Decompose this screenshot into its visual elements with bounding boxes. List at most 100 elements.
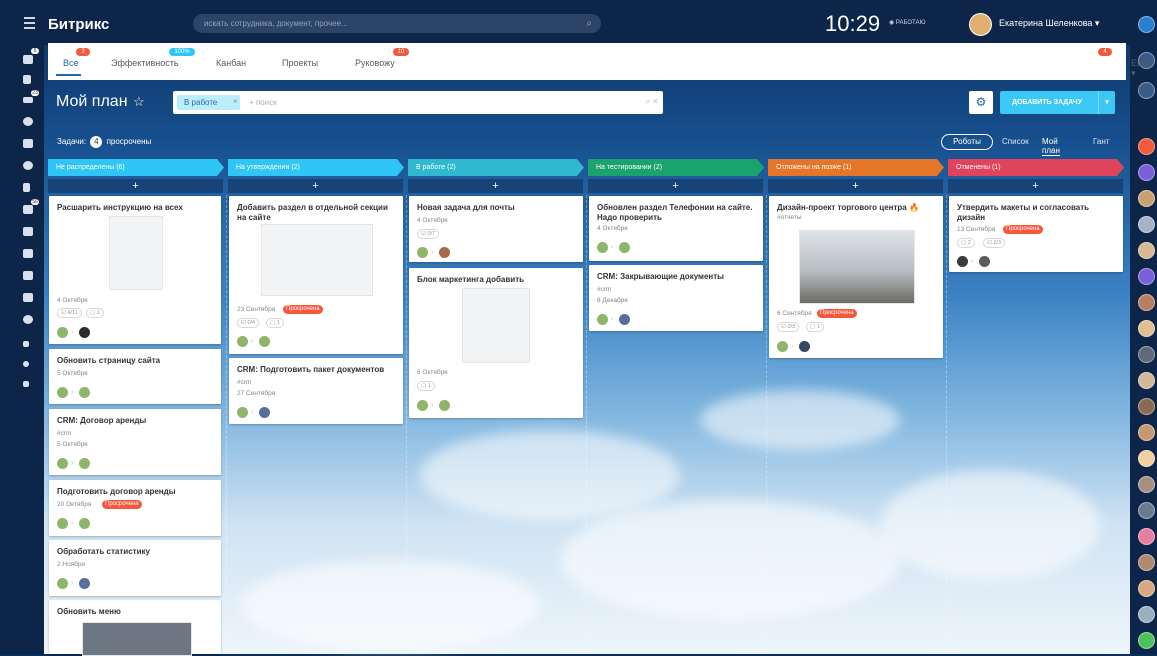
task-image-preview[interactable]: [799, 230, 915, 304]
task-title[interactable]: Обработать статистику: [57, 547, 215, 557]
tab-projects[interactable]: Проекты: [282, 58, 318, 68]
contact-avatar[interactable]: [1138, 138, 1155, 155]
global-search-input[interactable]: искать сотрудника, документ, прочее... ⌕: [193, 14, 601, 33]
sitemap-icon[interactable]: [23, 341, 29, 347]
responsible-avatar[interactable]: [439, 400, 450, 411]
clock-icon[interactable]: [23, 161, 33, 170]
task-tag[interactable]: #crm: [597, 286, 611, 293]
tab-efficiency[interactable]: Эффективность: [111, 58, 179, 68]
responsible-avatar[interactable]: [79, 578, 90, 589]
task-card[interactable]: Обновлен раздел Телефонии на сайте. Надо…: [589, 196, 763, 261]
contact-avatar[interactable]: [1138, 606, 1155, 623]
contact-avatar[interactable]: [1138, 164, 1155, 181]
task-card[interactable]: Обновить меню: [49, 600, 221, 656]
creator-avatar[interactable]: [57, 387, 68, 398]
task-card[interactable]: CRM: Подготовить пакет документов #crm 2…: [229, 358, 403, 424]
search-icon[interactable]: ⌕: [586, 18, 592, 29]
search-small-icon[interactable]: [1138, 110, 1153, 125]
creator-avatar[interactable]: [777, 341, 788, 352]
task-title[interactable]: Расшарить инструкцию на всех: [57, 203, 215, 213]
column-header[interactable]: Не распределены (6): [48, 159, 224, 176]
creator-avatar[interactable]: [957, 256, 968, 267]
creator-avatar[interactable]: [597, 314, 608, 325]
column-header[interactable]: Отменены (1): [948, 159, 1124, 176]
task-title[interactable]: Обновить меню: [57, 607, 215, 617]
chevron-down-icon[interactable]: ▾: [1098, 91, 1115, 114]
creator-avatar[interactable]: [597, 242, 608, 253]
task-title[interactable]: Блок маркетинга добавить: [417, 275, 575, 285]
calendar-icon[interactable]: [23, 227, 33, 236]
tab-all[interactable]: Все: [63, 58, 79, 68]
responsible-avatar[interactable]: [79, 458, 90, 469]
add-task-button[interactable]: ДОБАВИТЬ ЗАДАЧУ ▾: [1000, 91, 1115, 114]
creator-avatar[interactable]: [417, 247, 428, 258]
add-card-button[interactable]: +: [948, 179, 1123, 193]
contact-avatar[interactable]: [1138, 554, 1155, 571]
task-image-preview[interactable]: [462, 288, 530, 363]
task-title[interactable]: Обновить страницу сайта: [57, 356, 215, 366]
contact-avatar[interactable]: [1138, 294, 1155, 311]
task-card[interactable]: Обработать статистику 2 Ноября ›: [49, 540, 221, 596]
filter-chip[interactable]: В работе ×: [177, 95, 240, 110]
view-list[interactable]: Список: [1002, 137, 1029, 146]
menu-burger-icon[interactable]: [24, 17, 35, 29]
help-icon[interactable]: [1138, 16, 1155, 33]
user-name-menu[interactable]: Екатерина Шеленкова ▾: [999, 18, 1099, 29]
task-tag[interactable]: #crm: [237, 379, 251, 386]
more-tabs-button[interactable]: Еще ▾: [1131, 58, 1149, 79]
tasks-icon[interactable]: [23, 75, 31, 84]
task-card[interactable]: Блок маркетинга добавить 6 Октября ▢ 1 ›: [409, 268, 583, 418]
responsible-avatar[interactable]: [259, 407, 270, 418]
responsible-avatar[interactable]: [439, 247, 450, 258]
monitor-icon[interactable]: [23, 271, 33, 280]
creator-avatar[interactable]: [237, 336, 248, 347]
contact-avatar[interactable]: [1138, 346, 1155, 363]
contact-avatar[interactable]: [1138, 528, 1155, 545]
task-image-preview[interactable]: [109, 216, 163, 290]
responsible-avatar[interactable]: [79, 518, 90, 529]
apps-icon[interactable]: [23, 293, 33, 302]
drive-icon[interactable]: [23, 139, 33, 148]
mail-icon[interactable]: [23, 205, 33, 214]
tab-managing[interactable]: Руковожу: [355, 58, 395, 68]
work-status[interactable]: ◉ РАБОТАЮ: [889, 19, 926, 26]
task-title[interactable]: Новая задача для почты: [417, 203, 575, 213]
responsible-avatar[interactable]: [79, 327, 90, 338]
creator-avatar[interactable]: [57, 458, 68, 469]
filter-icon[interactable]: [23, 97, 33, 103]
task-card[interactable]: CRM: Договор аренды #crm 5 Октября ›: [49, 409, 221, 475]
clock[interactable]: 10:29: [825, 11, 880, 37]
chevron-down-icon[interactable]: [23, 315, 33, 324]
responsible-avatar[interactable]: [979, 256, 990, 267]
responsible-avatar[interactable]: [79, 387, 90, 398]
user-avatar[interactable]: [969, 13, 992, 36]
task-title[interactable]: Добавить раздел в отдельной секции на са…: [237, 203, 395, 223]
contact-avatar[interactable]: [1138, 320, 1155, 337]
task-card[interactable]: Дизайн-проект торгового центра 🔥 #отчеты…: [769, 196, 943, 358]
responsible-avatar[interactable]: [259, 336, 270, 347]
favorite-star-icon[interactable]: ☆: [133, 94, 145, 110]
column-header[interactable]: На утверждении (2): [228, 159, 404, 176]
search-icon[interactable]: [1138, 82, 1155, 99]
contact-avatar[interactable]: [1138, 450, 1155, 467]
column-header[interactable]: На тестировании (2): [588, 159, 764, 176]
filter-search-input[interactable]: В работе × + поиск ⌕ ×: [173, 91, 663, 114]
task-card[interactable]: Подготовить договор аренды 20 Октября Пр…: [49, 480, 221, 536]
creator-avatar[interactable]: [57, 578, 68, 589]
contact-avatar[interactable]: [1138, 372, 1155, 389]
task-tag[interactable]: #отчеты: [777, 214, 802, 221]
close-icon[interactable]: ×: [233, 97, 238, 106]
task-card[interactable]: Новая задача для почты 4 Октября ☑ 0/7 ›: [409, 196, 583, 262]
add-card-button[interactable]: +: [48, 179, 223, 193]
add-card-button[interactable]: +: [768, 179, 943, 193]
contact-avatar[interactable]: [1138, 216, 1155, 233]
task-image-preview[interactable]: [82, 622, 192, 656]
add-card-button[interactable]: +: [228, 179, 403, 193]
responsible-avatar[interactable]: [619, 242, 630, 253]
contact-avatar[interactable]: [1138, 580, 1155, 597]
robots-button[interactable]: Роботы: [941, 134, 993, 150]
app-logo[interactable]: Битрикс: [48, 16, 109, 33]
counter-value[interactable]: 4: [90, 136, 103, 148]
settings-icon[interactable]: [23, 117, 33, 126]
column-header[interactable]: В работе (2): [408, 159, 584, 176]
